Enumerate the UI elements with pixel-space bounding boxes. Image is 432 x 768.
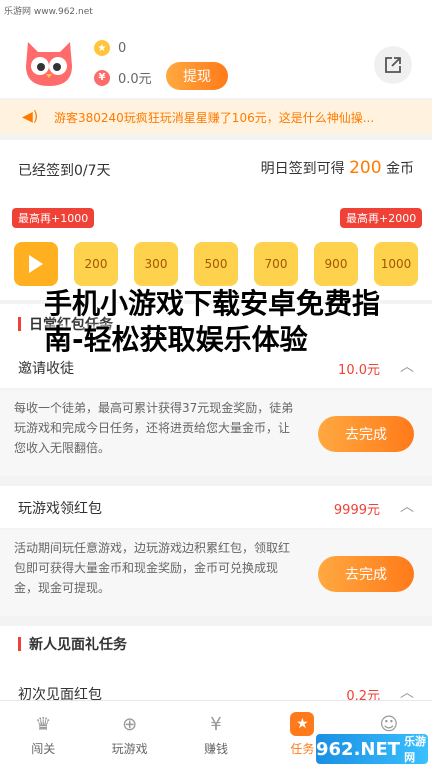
signin-tomorrow: 明日签到可得 200 金币 xyxy=(261,158,414,178)
chevron-up-icon[interactable]: ︿ xyxy=(400,682,416,700)
task-firstmeet-header[interactable]: 初次见面红包 0.2元 ︿ xyxy=(0,672,432,700)
signin-day-today[interactable] xyxy=(14,242,58,286)
task-name: 初次见面红包 xyxy=(18,687,102,700)
tab-label: 赚钱 xyxy=(204,742,229,756)
cash-balance: ¥ 0.0元 xyxy=(94,68,152,87)
signin-day: 200 xyxy=(74,242,118,286)
newbie-section-label: 新人见面礼任务 xyxy=(29,637,127,653)
day-reward: 300 xyxy=(144,257,168,271)
task-desc: 活动期间玩任意游戏，边玩游戏边积累红包，领取红包即可获得大量金币和现金奖励，金币… xyxy=(14,541,291,595)
coin-balance: ★ 0 xyxy=(94,40,126,56)
signin-day: 500 xyxy=(194,242,238,286)
task-invite-body: 每收一个徒弟，最高可累计获得37元现金奖励，徒弟玩游戏和完成今日任务，还将进贡给… xyxy=(0,390,432,476)
share-button[interactable] xyxy=(374,46,412,84)
newbie-section-title: 新人见面礼任务 xyxy=(18,634,127,654)
speaker-icon: ◀) xyxy=(22,109,39,125)
day-reward: 500 xyxy=(204,257,228,271)
money-bag-icon: ¥ xyxy=(210,713,222,735)
chevron-up-icon[interactable]: ︿ xyxy=(400,356,416,375)
tab-play-games[interactable]: ⊕ 玩游戏 xyxy=(86,701,172,768)
chevron-up-icon[interactable]: ︿ xyxy=(400,496,416,515)
go-complete-button[interactable]: 去完成 xyxy=(318,416,414,452)
day-reward: 900 xyxy=(324,257,348,271)
task-desc: 每收一个徒弟，最高可累计获得37元现金奖励，徒弟玩游戏和完成今日任务，还将进贡给… xyxy=(14,401,294,455)
tomorrow-prefix: 明日签到可得 xyxy=(260,161,345,177)
task-name: 邀请收徒 xyxy=(18,361,74,377)
user-icon: ☺ xyxy=(379,713,399,735)
coin-icon: ★ xyxy=(94,40,110,56)
task-reward: 9999元 xyxy=(333,503,380,518)
notice-text: 游客380240玩疯狂玩消星星赚了106元，这是什么神仙操... xyxy=(54,110,375,125)
withdraw-button[interactable]: 提现 xyxy=(166,62,228,90)
tab-label: 玩游戏 xyxy=(111,742,148,756)
tab-label: 任务 xyxy=(290,742,315,756)
coin-value: 0 xyxy=(118,40,127,56)
tab-label: 闯关 xyxy=(31,742,56,756)
task-reward: 0.2元 xyxy=(346,689,380,700)
notice-bar[interactable]: ◀) 游客380240玩疯狂玩消星星赚了106元，这是什么神仙操... xyxy=(0,100,432,134)
day-reward: 200 xyxy=(84,257,108,271)
gamepad-icon: ⊕ xyxy=(122,713,138,735)
tab-earn[interactable]: ¥ 赚钱 xyxy=(173,701,259,768)
star-icon: ★ xyxy=(290,712,315,736)
bonus-tag: 最高再+1000 xyxy=(12,208,95,228)
day-reward: 1000 xyxy=(380,257,412,271)
bonus-tag: 最高再+2000 xyxy=(340,208,423,228)
day-reward: 700 xyxy=(264,257,288,271)
go-complete-button[interactable]: 去完成 xyxy=(318,556,414,592)
tomorrow-unit: 金币 xyxy=(386,161,414,177)
task-reward: 10.0元 xyxy=(338,363,380,378)
article-title-overlay: 手机小游戏下载安卓免费指南-轻松获取娱乐体验 xyxy=(44,287,381,356)
play-icon xyxy=(29,255,43,273)
cash-value: 0.0元 xyxy=(118,72,152,87)
signin-progress: 已经签到0/7天 xyxy=(18,163,111,179)
tab-levels[interactable]: ♛ 闯关 xyxy=(0,701,86,768)
task-name: 玩游戏领红包 xyxy=(18,501,102,517)
site-logo-stamp: 962.NET 乐游网 xyxy=(316,734,428,764)
signin-panel: 已经签到0/7天 明日签到可得 200 金币 最高再+1000 最高再+2000… xyxy=(0,140,432,300)
signin-day: 300 xyxy=(134,242,178,286)
owl-avatar-icon[interactable] xyxy=(22,38,76,88)
stamp-text: 乐游网 xyxy=(404,735,427,764)
tomorrow-value: 200 xyxy=(349,158,382,178)
trophy-icon: ♛ xyxy=(35,713,52,735)
signin-day: 900 xyxy=(314,242,358,286)
task-game-header[interactable]: 玩游戏领红包 9999元 ︿ xyxy=(0,486,432,528)
task-game-body: 活动期间玩任意游戏，边玩游戏边积累红包，领取红包即可获得大量金币和现金奖励，金币… xyxy=(0,530,432,616)
site-watermark: 乐游网 www.962.net xyxy=(4,7,93,17)
signin-day: 700 xyxy=(254,242,298,286)
signin-day: 1000 xyxy=(374,242,418,286)
share-icon xyxy=(385,57,401,73)
yuan-icon: ¥ xyxy=(94,69,110,86)
stamp-logo: 962.NET xyxy=(316,738,401,760)
